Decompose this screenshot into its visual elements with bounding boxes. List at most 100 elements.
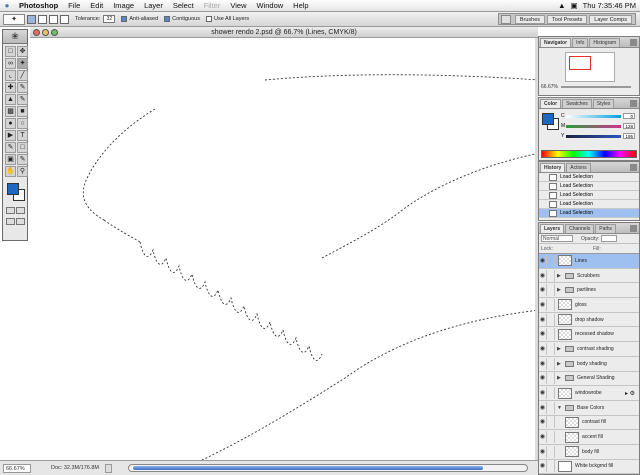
tab-navigator[interactable]: Navigator	[540, 38, 572, 47]
layer-link-toggle[interactable]	[547, 313, 555, 326]
intersect-selection-mode-button[interactable]	[60, 14, 69, 24]
blend-mode-select[interactable]: Normal	[541, 235, 573, 242]
layer-link-toggle[interactable]	[547, 372, 555, 385]
cyan-slider[interactable]	[566, 114, 621, 118]
navigator-view-rect[interactable]	[569, 56, 591, 70]
layer-row[interactable]: ◉ ▶ Scrubbers	[539, 269, 639, 284]
use-all-layers-checkbox[interactable]	[205, 16, 212, 22]
zoom-field[interactable]: 66.67%	[3, 463, 31, 473]
layer-thumbnail[interactable]	[558, 387, 572, 399]
layer-link-toggle[interactable]	[547, 269, 555, 282]
display-icon[interactable]: ▣	[571, 1, 578, 10]
history-state[interactable]: Load Selection	[539, 200, 639, 209]
layer-link-toggle[interactable]	[547, 431, 555, 444]
layer-visibility-eye-icon[interactable]: ◉	[539, 284, 547, 297]
layer-link-toggle[interactable]	[547, 387, 555, 400]
hand-tool-icon[interactable]: ✋	[5, 166, 16, 177]
tab-layers[interactable]: Layers	[540, 224, 565, 233]
yellow-value[interactable]: 195	[623, 133, 635, 139]
crop-tool-icon[interactable]: ⌞	[5, 70, 16, 81]
color-fg-well[interactable]	[542, 113, 554, 125]
marquee-tool-icon[interactable]: □	[5, 46, 16, 57]
tab-swatches[interactable]: Swatches	[562, 99, 592, 108]
layer-visibility-eye-icon[interactable]: ◉	[539, 328, 547, 341]
layer-visibility-eye-icon[interactable]: ◉	[539, 313, 547, 326]
tab-histogram[interactable]: Histogram	[589, 38, 621, 47]
healing-brush-tool-icon[interactable]: ✚	[5, 82, 16, 93]
layer-row[interactable]: ◉ ▶ contrast shading	[539, 342, 639, 357]
zoom-window-icon[interactable]	[51, 29, 58, 36]
layer-row[interactable]: ◉ drop shadow	[539, 313, 639, 328]
opacity-input[interactable]	[601, 235, 618, 242]
history-menu-icon[interactable]	[630, 164, 637, 171]
navigator-zoom-slider[interactable]	[561, 86, 631, 88]
layer-thumbnail[interactable]	[558, 255, 572, 267]
subtract-selection-mode-button[interactable]	[49, 14, 58, 24]
layer-link-toggle[interactable]	[547, 298, 555, 311]
magenta-slider[interactable]	[566, 124, 621, 128]
layer-row[interactable]: ◉ recessed shadow	[539, 327, 639, 343]
history-state[interactable]: Load Selection	[539, 191, 639, 200]
group-collapsed-triangle-icon[interactable]: ▶	[557, 361, 562, 367]
menu-file[interactable]: File	[63, 1, 85, 10]
document-title-bar[interactable]: shower rendo 2.psd @ 66.7% (Lines, CMYK/…	[30, 27, 538, 38]
well-tab-tool-presets[interactable]: Tool Presets	[547, 14, 588, 24]
navigator-menu-icon[interactable]	[630, 39, 637, 46]
contiguous-checkbox[interactable]	[164, 16, 171, 22]
magenta-value[interactable]: 128	[623, 123, 635, 129]
standard-mode-button[interactable]	[5, 207, 15, 214]
layer-visibility-eye-icon[interactable]: ◉	[539, 342, 547, 355]
well-tab-layer-comps[interactable]: Layer Comps	[589, 14, 632, 24]
color-spectrum-bar[interactable]	[541, 150, 637, 158]
app-menu[interactable]: Photoshop	[14, 1, 63, 10]
document-canvas[interactable]	[0, 38, 541, 469]
close-window-icon[interactable]	[33, 29, 40, 36]
layer-row[interactable]: ◉ body fill	[539, 445, 639, 460]
menu-edit[interactable]: Edit	[85, 1, 108, 10]
tab-color[interactable]: Color	[540, 99, 562, 108]
layer-row[interactable]: ◉ ▶ General Shading	[539, 372, 639, 387]
dodge-tool-icon[interactable]: ○	[17, 118, 28, 129]
history-brush-tool-icon[interactable]: ✎	[17, 94, 28, 105]
magic-wand-tool-icon[interactable]: ✦	[17, 58, 28, 69]
menu-view[interactable]: View	[225, 1, 251, 10]
history-state[interactable]: Load Selection	[539, 182, 639, 191]
anti-aliased-checkbox[interactable]	[121, 16, 128, 22]
history-state[interactable]: Load Selection	[539, 173, 639, 182]
eyedropper-tool-icon[interactable]: ✎	[17, 154, 28, 165]
layer-row[interactable]: ◉ ▶ partlines	[539, 283, 639, 299]
layer-row[interactable]: ◉ windowrobe ▸ ⚙	[539, 386, 639, 401]
group-collapsed-triangle-icon[interactable]: ▶	[557, 346, 562, 352]
status-menu-arrow[interactable]	[105, 463, 112, 473]
foreground-color-swatch[interactable]	[7, 183, 19, 195]
yellow-slider[interactable]	[566, 134, 621, 138]
layer-row[interactable]: ◉ contrast fill	[539, 416, 639, 431]
layer-row[interactable]: ◉ gloss	[539, 298, 639, 313]
layer-link-toggle[interactable]	[547, 460, 555, 473]
volume-icon[interactable]: ▲	[558, 1, 565, 10]
group-collapsed-triangle-icon[interactable]: ▶	[557, 273, 562, 279]
tool-preset-picker[interactable]: ✦	[3, 13, 25, 25]
apple-menu-icon[interactable]: ●	[0, 1, 14, 10]
layer-thumbnail[interactable]	[565, 431, 579, 443]
notes-tool-icon[interactable]: ▣	[5, 154, 16, 165]
tab-channels[interactable]: Channels	[565, 224, 595, 233]
layer-thumbnail[interactable]	[558, 314, 572, 326]
group-collapsed-triangle-icon[interactable]: ▶	[557, 375, 562, 381]
layer-thumbnail[interactable]	[558, 328, 572, 340]
layer-visibility-eye-icon[interactable]: ◉	[539, 298, 547, 311]
layer-thumbnail[interactable]	[565, 416, 579, 428]
layer-visibility-eye-icon[interactable]: ◉	[539, 387, 547, 400]
layer-row[interactable]: ◉ White bckgrnd fill	[539, 460, 639, 474]
cyan-value[interactable]: 0	[623, 113, 635, 119]
layer-link-toggle[interactable]	[547, 254, 555, 267]
group-expanded-triangle-icon[interactable]: ▼	[557, 405, 562, 411]
clone-stamp-tool-icon[interactable]: ▲	[5, 94, 16, 105]
pen-tool-icon[interactable]: ✎	[5, 142, 16, 153]
eraser-tool-icon[interactable]: ▩	[5, 106, 16, 117]
menu-select[interactable]: Select	[168, 1, 199, 10]
layer-visibility-eye-icon[interactable]: ◉	[539, 269, 547, 282]
layer-thumbnail[interactable]	[565, 446, 579, 458]
layer-link-toggle[interactable]	[547, 328, 555, 341]
layer-thumbnail[interactable]	[558, 460, 572, 472]
